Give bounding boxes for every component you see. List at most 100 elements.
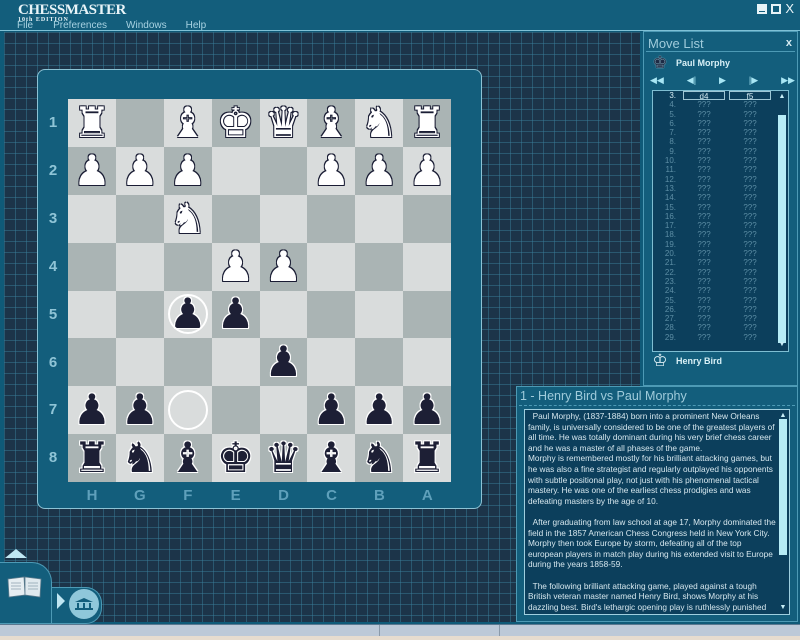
maximize-button[interactable] [771, 4, 782, 14]
close-window-button[interactable]: X [785, 2, 794, 15]
white-move[interactable]: ??? [683, 128, 725, 137]
white-queen-icon[interactable]: ♛ [265, 101, 303, 144]
white-pawn-icon[interactable]: ♟ [217, 245, 255, 288]
move-row[interactable]: 9.?????? [653, 147, 788, 156]
white-pawn-icon[interactable]: ♟ [121, 149, 159, 192]
square-b4[interactable] [355, 242, 404, 291]
white-move[interactable]: ??? [683, 268, 725, 277]
move-row[interactable]: 25.?????? [653, 296, 788, 305]
square-f8[interactable]: ♝ [163, 434, 212, 482]
white-move[interactable]: ??? [683, 175, 725, 184]
move-row[interactable]: 28.?????? [653, 323, 788, 332]
move-row[interactable]: 12.?????? [653, 175, 788, 184]
move-row[interactable]: 29.?????? [653, 333, 788, 342]
move-list[interactable]: 3. d4 f5 4.?????? 5.?????? 6.?????? 7.?????? 8.… [652, 90, 789, 352]
square-h2[interactable]: ♟ [68, 146, 116, 195]
black-move[interactable]: ??? [729, 221, 771, 230]
scroll-thumb[interactable] [778, 115, 786, 343]
square-b6[interactable] [355, 338, 404, 387]
move-row[interactable]: 23.?????? [653, 277, 788, 286]
square-d3[interactable] [259, 194, 308, 243]
square-d2[interactable] [259, 146, 308, 195]
square-a6[interactable] [403, 338, 451, 387]
white-move[interactable]: ??? [683, 286, 725, 295]
square-h1[interactable]: ♜ [68, 99, 116, 147]
minimize-button[interactable] [757, 4, 768, 14]
white-move[interactable]: ??? [683, 305, 725, 314]
square-e4[interactable]: ♟ [211, 242, 260, 291]
white-move[interactable]: ??? [683, 277, 725, 286]
square-d6[interactable]: ♟ [259, 338, 308, 387]
move-row[interactable]: 24.?????? [653, 286, 788, 295]
scroll-thumb[interactable] [779, 419, 787, 555]
square-a8[interactable]: ♜ [403, 434, 451, 482]
move-row[interactable]: 15.?????? [653, 203, 788, 212]
move-row[interactable]: 14.?????? [653, 193, 788, 202]
square-b3[interactable] [355, 194, 404, 243]
move-row[interactable]: 11.?????? [653, 165, 788, 174]
square-h4[interactable] [68, 242, 116, 291]
black-move[interactable]: ??? [729, 193, 771, 202]
black-move[interactable]: ??? [729, 165, 771, 174]
square-h6[interactable] [68, 338, 116, 387]
chess-board[interactable]: ♜ ♝ ♚ ♛ ♝ ♞ ♜ ♟ ♟ ♟ ♟ ♟ ♟ ♞ ♟ ♟ ♟ ♟ ♟ ♟ ♟ ♟ ♟ ♟ ♜ ♞ ♝ ♚ ♛ ♝ ♞ ♜ [68, 99, 451, 482]
white-bishop-icon[interactable]: ♝ [312, 101, 350, 144]
first-move-button[interactable]: ◀◀ [650, 75, 664, 86]
black-pawn-icon[interactable]: ♟ [408, 389, 446, 431]
square-g3[interactable] [115, 194, 164, 243]
description-scrollbar[interactable]: ▲ ▼ [779, 412, 787, 612]
black-move[interactable]: ??? [729, 286, 771, 295]
move-row[interactable]: 4.?????? [653, 100, 788, 109]
move-row[interactable]: 5.?????? [653, 110, 788, 119]
square-b2[interactable]: ♟ [355, 146, 404, 195]
move-row[interactable]: 6.?????? [653, 119, 788, 128]
square-d1[interactable]: ♛ [259, 99, 308, 147]
black-move[interactable]: ??? [729, 184, 771, 193]
white-knight-icon[interactable]: ♞ [169, 197, 207, 240]
square-g2[interactable]: ♟ [115, 146, 164, 195]
square-g5[interactable] [115, 290, 164, 339]
play-button[interactable]: ▶ [719, 75, 726, 86]
white-rook-icon[interactable]: ♜ [408, 101, 446, 144]
black-move[interactable]: ??? [729, 147, 771, 156]
move-list-scrollbar[interactable]: ▲ ▼ [778, 93, 786, 349]
black-pawn-icon[interactable]: ♟ [121, 389, 159, 431]
black-knight-icon[interactable]: ♞ [121, 437, 159, 479]
square-f4[interactable] [163, 242, 212, 291]
square-g6[interactable] [115, 338, 164, 387]
black-rook-icon[interactable]: ♜ [408, 437, 446, 479]
white-move[interactable]: ??? [683, 203, 725, 212]
black-pawn-icon[interactable]: ♟ [169, 293, 207, 335]
square-b5[interactable] [355, 290, 404, 339]
square-b7[interactable]: ♟ [355, 386, 404, 435]
square-e7[interactable] [211, 386, 260, 435]
square-f1[interactable]: ♝ [163, 99, 212, 147]
white-move[interactable]: ??? [683, 212, 725, 221]
white-move[interactable]: ??? [683, 165, 725, 174]
white-pawn-icon[interactable]: ♟ [408, 149, 446, 192]
white-move[interactable]: ??? [683, 147, 725, 156]
square-a2[interactable]: ♟ [403, 146, 451, 195]
menu-windows[interactable]: Windows [126, 20, 167, 31]
black-move[interactable]: ??? [729, 100, 771, 109]
black-move[interactable]: ??? [729, 175, 771, 184]
square-b8[interactable]: ♞ [355, 434, 404, 482]
square-h8[interactable]: ♜ [68, 434, 116, 482]
library-icon[interactable] [69, 589, 99, 619]
black-move[interactable]: ??? [729, 203, 771, 212]
square-g8[interactable]: ♞ [115, 434, 164, 482]
square-d7[interactable] [259, 386, 308, 435]
white-move[interactable]: ??? [683, 314, 725, 323]
square-h3[interactable] [68, 194, 116, 243]
black-pawn-icon[interactable]: ♟ [217, 293, 255, 335]
square-d8[interactable]: ♛ [259, 434, 308, 482]
black-pawn-icon[interactable]: ♟ [73, 389, 111, 431]
white-pawn-icon[interactable]: ♟ [169, 149, 207, 192]
last-move-button[interactable]: ▶▶ [781, 75, 795, 86]
black-pawn-icon[interactable]: ♟ [265, 341, 303, 383]
black-move[interactable]: ??? [729, 119, 771, 128]
move-row[interactable]: 20.?????? [653, 249, 788, 258]
square-g4[interactable] [115, 242, 164, 291]
open-book-icon[interactable] [6, 575, 44, 599]
white-move[interactable]: ??? [683, 230, 725, 239]
